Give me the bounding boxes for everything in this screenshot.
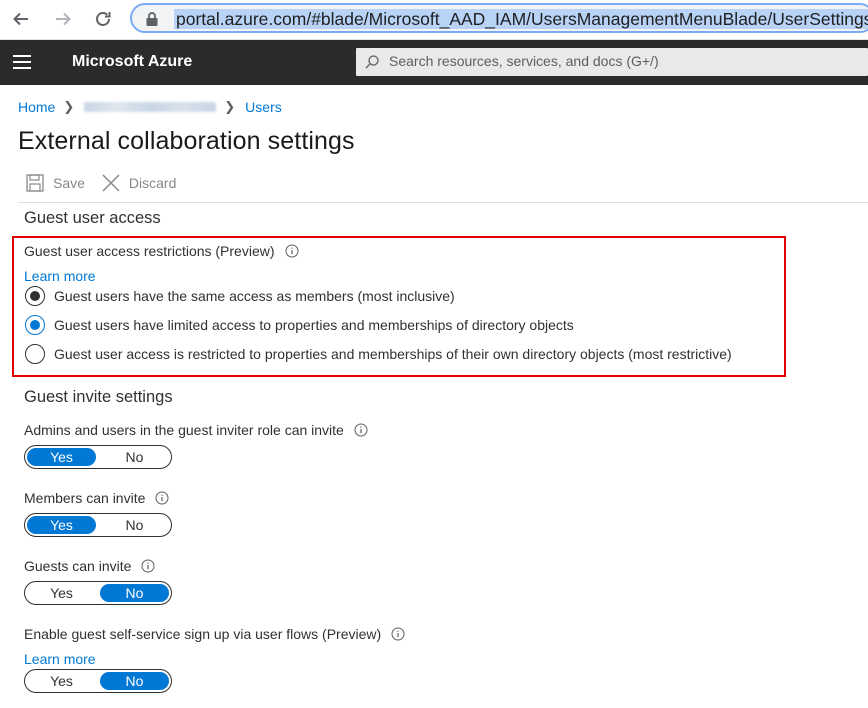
toggle-yes-label: Yes — [50, 673, 73, 689]
toggle-yes[interactable]: Yes — [25, 582, 98, 604]
field-label-text: Admins and users in the guest inviter ro… — [24, 422, 344, 438]
breadcrumb: Home ❯ ❯ Users — [18, 98, 282, 116]
toggle-no-label: No — [125, 673, 144, 689]
members-can-invite-toggle[interactable]: Yes No — [24, 513, 172, 537]
radio-label: Guest users have the same access as memb… — [54, 288, 455, 304]
brand-title[interactable]: Microsoft Azure — [72, 53, 192, 71]
lock-icon — [145, 11, 159, 27]
field-label-text: Guest user access restrictions (Preview) — [24, 243, 275, 259]
back-arrow-icon[interactable] — [10, 8, 32, 30]
learn-more-link[interactable]: Learn more — [24, 268, 96, 284]
radio-label: Guest users have limited access to prope… — [54, 317, 574, 333]
toggle-no[interactable]: No — [98, 446, 171, 468]
info-icon[interactable] — [391, 627, 405, 641]
learn-more-link[interactable]: Learn more — [24, 651, 96, 667]
search-placeholder: Search resources, services, and docs (G+… — [389, 53, 659, 69]
save-button[interactable]: Save — [25, 173, 85, 193]
admins-can-invite-label: Admins and users in the guest inviter ro… — [24, 422, 368, 438]
field-label-text: Enable guest self-service sign up via us… — [24, 626, 382, 642]
url-text: portal.azure.com/#blade/Microsoft_AAD_IA… — [174, 9, 868, 29]
toggle-yes-label: Yes — [50, 449, 73, 465]
field-label-text: Members can invite — [24, 490, 146, 506]
close-icon — [102, 174, 120, 192]
radio-option-most-restrictive[interactable]: Guest user access is restricted to prope… — [25, 344, 732, 364]
toggle-no[interactable]: No — [98, 514, 171, 536]
global-search-input[interactable]: Search resources, services, and docs (G+… — [356, 48, 868, 76]
breadcrumb-tenant-redacted[interactable] — [84, 102, 217, 112]
info-icon[interactable] — [141, 559, 155, 573]
breadcrumb-home[interactable]: Home — [18, 99, 55, 115]
radio-label: Guest user access is restricted to prope… — [54, 346, 732, 362]
info-icon[interactable] — [285, 244, 299, 258]
radio-button[interactable] — [25, 315, 45, 335]
toggle-yes[interactable]: Yes — [25, 670, 98, 692]
info-icon[interactable] — [354, 423, 368, 437]
address-bar[interactable]: portal.azure.com/#blade/Microsoft_AAD_IA… — [130, 3, 868, 33]
chevron-right-icon: ❯ — [63, 99, 75, 114]
breadcrumb-users[interactable]: Users — [245, 99, 282, 115]
radio-button[interactable] — [25, 344, 45, 364]
radio-option-same-as-members[interactable]: Guest users have the same access as memb… — [25, 286, 455, 306]
forward-arrow-icon[interactable] — [52, 8, 74, 30]
chevron-right-icon: ❯ — [224, 99, 236, 114]
discard-label: Discard — [128, 175, 177, 191]
members-can-invite-label: Members can invite — [24, 490, 169, 506]
reload-icon[interactable] — [92, 8, 114, 30]
browser-toolbar: portal.azure.com/#blade/Microsoft_AAD_IA… — [0, 0, 868, 40]
radio-option-limited-access[interactable]: Guest users have limited access to prope… — [25, 315, 574, 335]
info-icon[interactable] — [155, 491, 169, 505]
divider — [18, 202, 868, 203]
guests-can-invite-label: Guests can invite — [24, 558, 155, 574]
toggle-no[interactable]: No — [98, 670, 171, 692]
self-service-signup-toggle[interactable]: Yes No — [24, 669, 172, 693]
self-service-signup-label: Enable guest self-service sign up via us… — [24, 626, 405, 642]
field-label-text: Guests can invite — [24, 558, 132, 574]
toggle-no-label: No — [125, 585, 144, 601]
save-label: Save — [53, 175, 85, 191]
toggle-no[interactable]: No — [98, 582, 171, 604]
toggle-yes-label: Yes — [50, 585, 73, 601]
toggle-yes[interactable]: Yes — [25, 446, 98, 468]
hamburger-menu-icon[interactable] — [13, 55, 31, 69]
toggle-no-label: No — [125, 449, 144, 465]
admins-can-invite-toggle[interactable]: Yes No — [24, 445, 172, 469]
guest-access-restrictions-label: Guest user access restrictions (Preview) — [24, 243, 299, 259]
discard-button[interactable]: Discard — [101, 173, 176, 193]
save-icon — [26, 174, 44, 192]
toggle-yes-label: Yes — [50, 517, 73, 533]
section-title-guest-invite: Guest invite settings — [24, 388, 173, 406]
command-bar: Save Discard — [25, 172, 192, 194]
search-icon — [364, 54, 380, 70]
toggle-yes[interactable]: Yes — [25, 514, 98, 536]
page-title: External collaboration settings — [18, 127, 355, 155]
toggle-no-label: No — [125, 517, 144, 533]
section-title-guest-access: Guest user access — [24, 209, 161, 227]
radio-button[interactable] — [25, 286, 45, 306]
guests-can-invite-toggle[interactable]: Yes No — [24, 581, 172, 605]
